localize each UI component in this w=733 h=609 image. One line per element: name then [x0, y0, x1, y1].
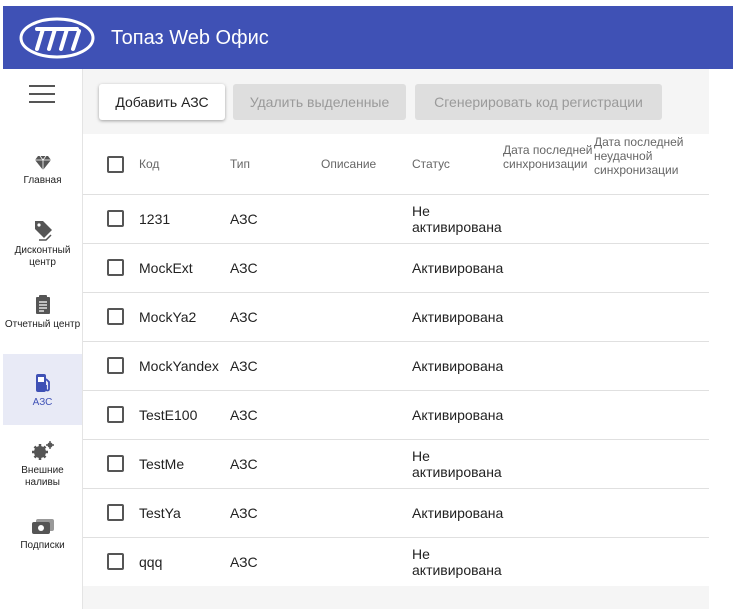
cell-code: MockYandex	[139, 358, 219, 374]
cell-status: Не активирована	[412, 448, 502, 480]
column-header-description[interactable]: Описание	[321, 157, 376, 171]
content-bottom-bar	[83, 586, 709, 609]
stations-table: Код Тип Описание Статус Дата последней с…	[83, 134, 709, 587]
table-row[interactable]: TestYa АЗС Активирована	[83, 489, 709, 538]
table-row[interactable]: MockYandex АЗС Активирована	[83, 342, 709, 391]
column-header-code[interactable]: Код	[139, 157, 159, 171]
select-all-checkbox[interactable]	[107, 156, 124, 173]
cell-type: АЗС	[230, 309, 258, 325]
sidebar-item-azs[interactable]: АЗС	[3, 354, 82, 425]
cell-type: АЗС	[230, 358, 258, 374]
cell-status: Активирована	[412, 309, 504, 325]
subscription-icon	[31, 519, 54, 534]
delete-selected-button[interactable]: Удалить выделенные	[233, 84, 406, 120]
cell-status: Не активирована	[412, 546, 502, 578]
sidebar: Главная Дисконтный центр Отчетный центр …	[3, 69, 83, 609]
cell-type: АЗС	[230, 505, 258, 521]
report-icon	[35, 295, 50, 314]
row-checkbox[interactable]	[107, 406, 124, 423]
sidebar-item-discount-center[interactable]: Дисконтный центр	[3, 219, 82, 273]
cell-status: Активирована	[412, 407, 504, 423]
diamond-icon	[34, 155, 51, 170]
sidebar-item-label: Подписки	[20, 540, 65, 551]
sidebar-item-report-center[interactable]: Отчетный центр	[3, 295, 82, 349]
table-header: Код Тип Описание Статус Дата последней с…	[83, 134, 709, 195]
row-checkbox[interactable]	[107, 259, 124, 276]
gears-icon	[31, 441, 54, 460]
cell-status: Активирована	[412, 358, 504, 374]
table-row[interactable]: TestMe АЗС Не активирована	[83, 440, 709, 489]
app-header: Топаз Web Офис	[3, 6, 733, 69]
cell-code: TestYa	[139, 505, 181, 521]
table-row[interactable]: qqq АЗС Не активирована	[83, 538, 709, 587]
hamburger-menu-icon[interactable]	[29, 85, 55, 105]
cell-type: АЗС	[230, 456, 258, 472]
sidebar-item-label: Отчетный центр	[4, 319, 81, 330]
cell-type: АЗС	[230, 260, 258, 276]
cell-status: Не активирована	[412, 203, 502, 235]
sidebar-item-external-fills[interactable]: Внешние наливы	[3, 441, 82, 495]
sidebar-item-label: Дисконтный центр	[14, 245, 71, 268]
table-row[interactable]: MockExt АЗС Активирована	[83, 244, 709, 293]
cell-type: АЗС	[230, 407, 258, 423]
row-checkbox[interactable]	[107, 553, 124, 570]
cell-code: 1231	[139, 211, 171, 227]
cell-type: АЗС	[230, 554, 258, 570]
cell-type: АЗС	[230, 211, 258, 227]
sidebar-item-label: Главная	[23, 175, 62, 186]
sidebar-item-label: Внешние наливы	[21, 465, 64, 488]
table-row[interactable]: 1231 АЗС Не активирована	[83, 195, 709, 244]
column-header-last-sync[interactable]: Дата последней синхронизации	[503, 143, 593, 171]
cell-code: qqq	[139, 554, 163, 570]
sidebar-item-label: АЗС	[32, 397, 53, 408]
topaz-logo-icon	[19, 17, 95, 59]
fuel-pump-icon	[35, 374, 50, 392]
app-title: Топаз Web Офис	[111, 27, 269, 49]
cell-status: Активирована	[412, 260, 504, 276]
column-header-type[interactable]: Тип	[230, 157, 250, 171]
table-row[interactable]: MockYa2 АЗС Активирована	[83, 293, 709, 342]
table-row[interactable]: TestE100 АЗС Активирована	[83, 391, 709, 440]
sidebar-item-subscriptions[interactable]: Подписки	[3, 518, 82, 558]
cell-code: TestMe	[139, 456, 185, 472]
cell-code: MockExt	[139, 260, 193, 276]
column-header-status[interactable]: Статус	[412, 157, 450, 171]
cell-code: TestE100	[139, 407, 198, 423]
tag-icon	[34, 221, 52, 241]
row-checkbox[interactable]	[107, 504, 124, 521]
table-body: 1231 АЗС Не активирована MockExt АЗС Акт…	[83, 195, 709, 587]
row-checkbox[interactable]	[107, 455, 124, 472]
add-azs-button[interactable]: Добавить АЗС	[99, 84, 225, 120]
row-checkbox[interactable]	[107, 210, 124, 227]
toolbar: Добавить АЗС Удалить выделенные Сгенерир…	[83, 69, 709, 134]
cell-code: MockYa2	[139, 309, 197, 325]
column-header-last-failed-sync[interactable]: Дата последней неудачной синхронизации	[594, 135, 694, 177]
sidebar-item-home[interactable]: Главная	[3, 155, 82, 197]
row-checkbox[interactable]	[107, 357, 124, 374]
cell-status: Активирована	[412, 505, 504, 521]
row-checkbox[interactable]	[107, 308, 124, 325]
generate-registration-code-button[interactable]: Сгенерировать код регистрации	[415, 84, 662, 120]
